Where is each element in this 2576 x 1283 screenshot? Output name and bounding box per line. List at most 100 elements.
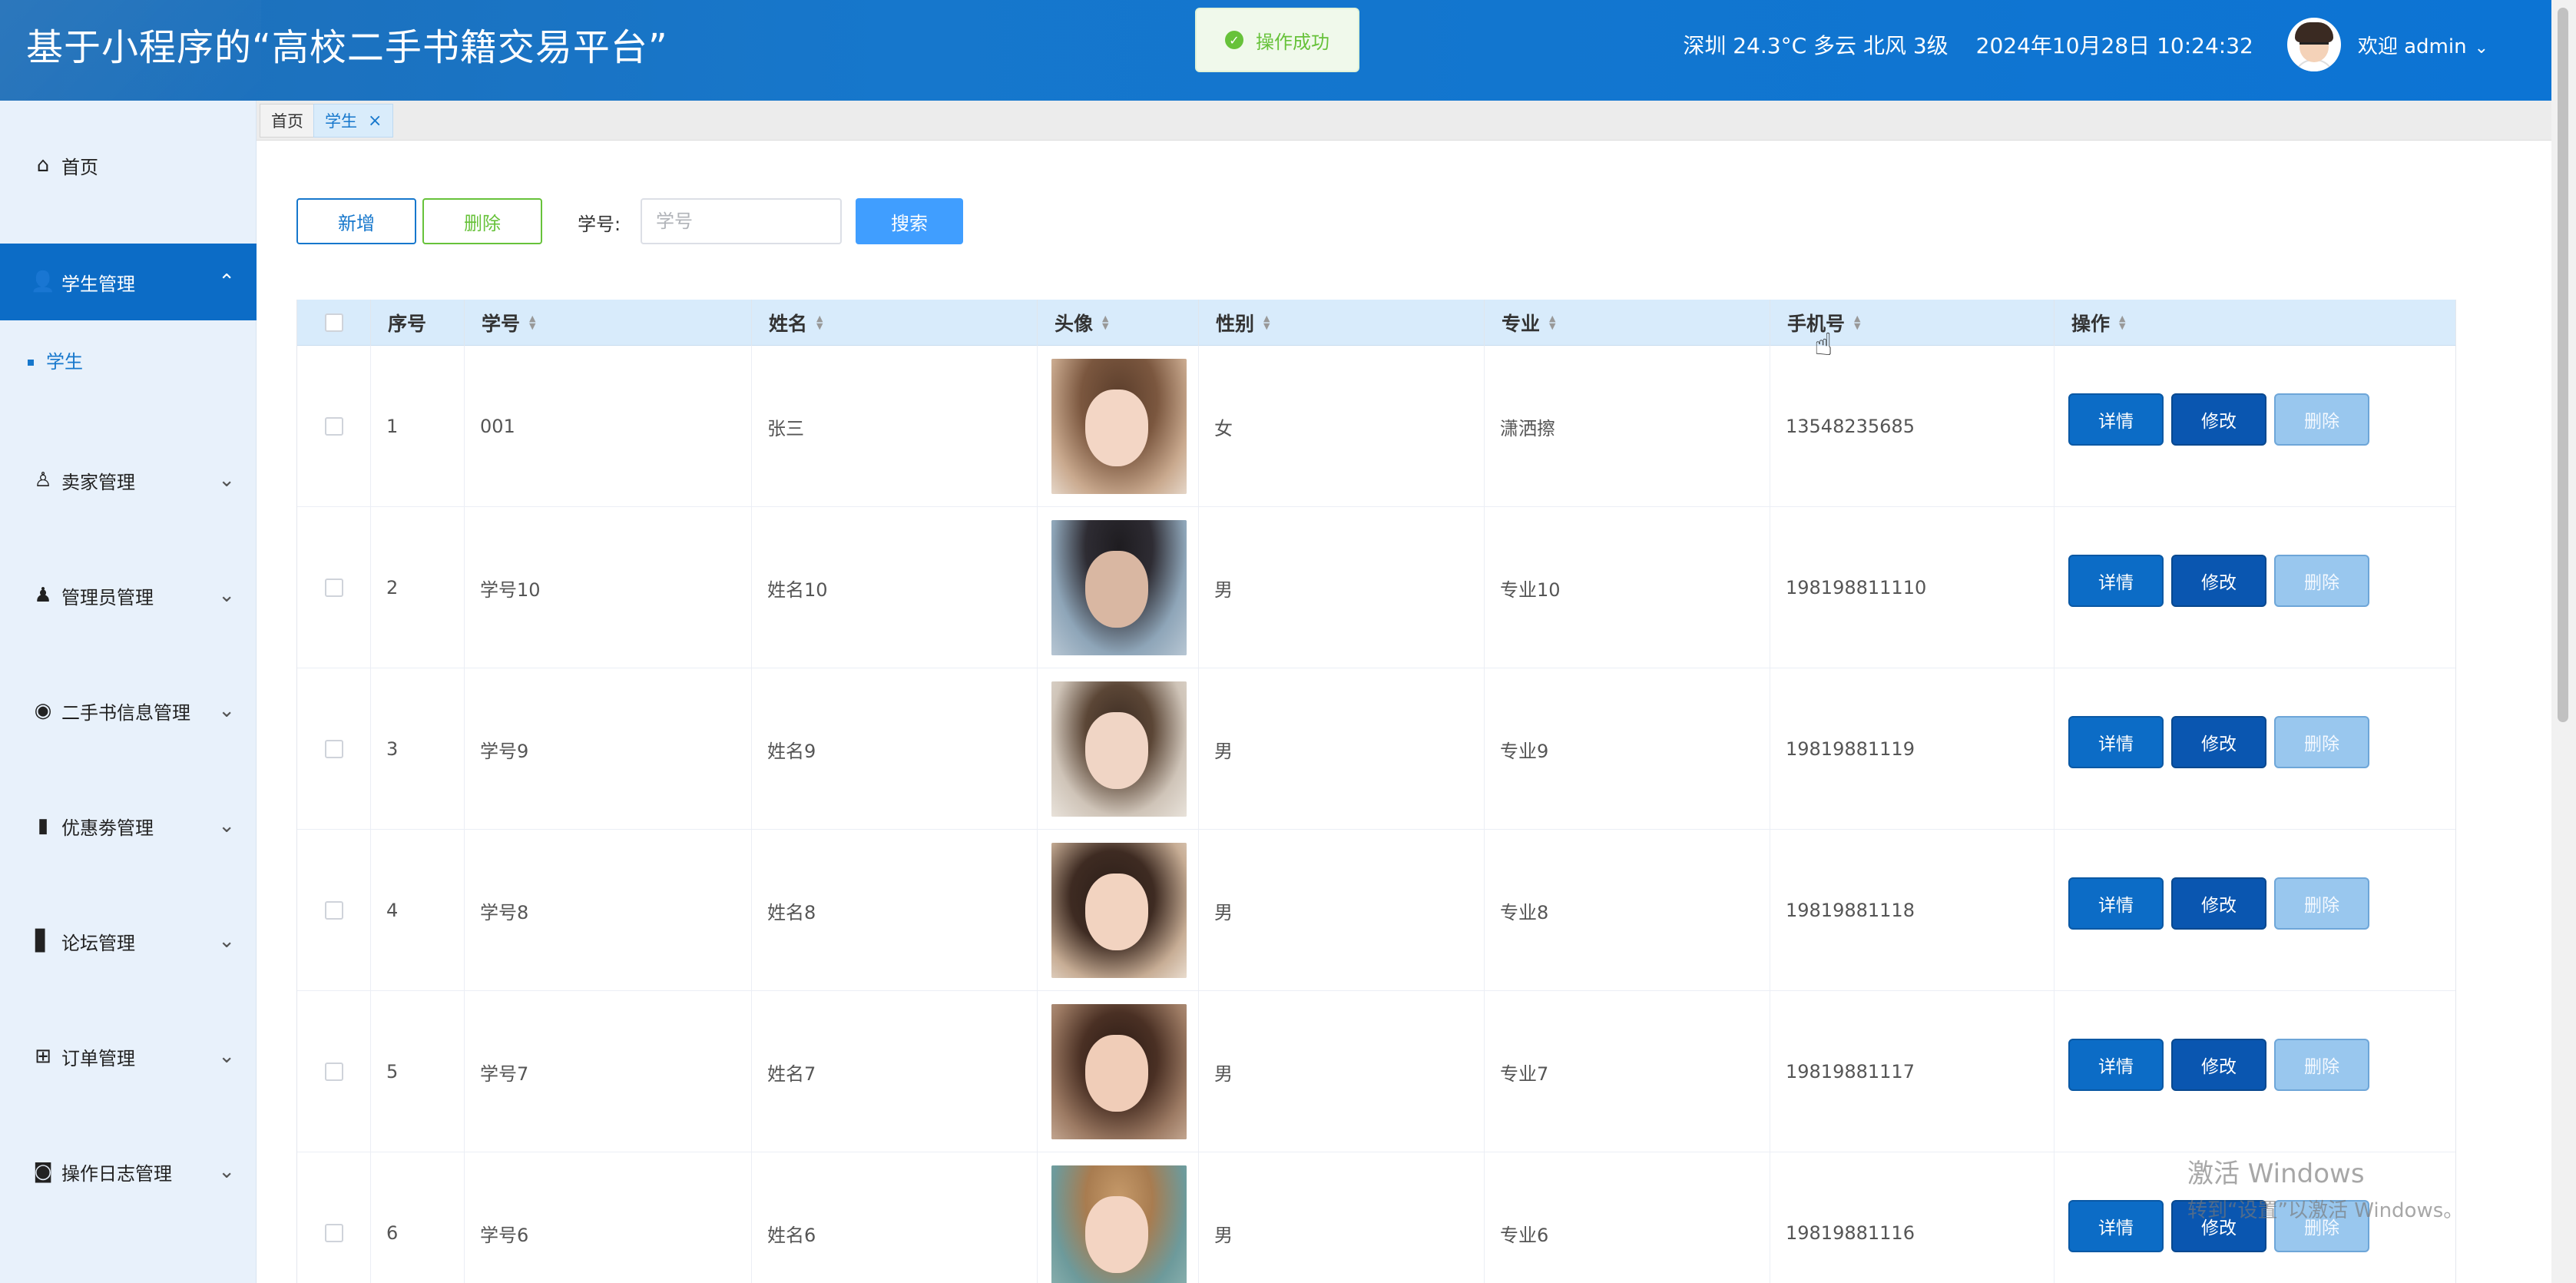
sidebar-subitem-student[interactable]: 学生 (28, 346, 83, 373)
edit-button[interactable]: 修改 (2171, 1039, 2266, 1091)
avatar-photo[interactable] (1051, 520, 1187, 655)
avatar-photo[interactable] (1051, 1165, 1187, 1283)
sidebar-item-log-management[interactable]: ◙ 操作日志管理 ⌄ (0, 1133, 257, 1210)
sort-icon[interactable]: ▲ ▼ (1854, 314, 1860, 330)
close-icon[interactable]: × (368, 111, 382, 131)
student-id-search-input[interactable] (641, 198, 842, 244)
cell-phone: 19819881116 (1770, 1152, 2055, 1283)
row-checkbox[interactable] (324, 579, 343, 597)
detail-button[interactable]: 详情 (2068, 1200, 2164, 1252)
students-table: 序号 学号 ▲ ▼ 姓名 ▲ ▼ 头像 ▲ ▼ 性别 ▲ ▼ 专业 ▲ ▼ 手机号 ▲ ▼ 操作 ▲ ▼ 1… (296, 300, 2456, 1283)
avatar[interactable] (2286, 18, 2341, 71)
column-header-sid[interactable]: 学号 ▲ ▼ (465, 300, 752, 346)
row-select-cell (297, 830, 371, 991)
tab-label: 学生 (325, 112, 357, 131)
page-scrollbar[interactable] (2551, 0, 2576, 1283)
weather-text: 深圳 24.3°C 多云 北风 3级 (1683, 33, 1949, 58)
cell-avatar (1038, 346, 1199, 507)
sidebar-item-coupon-management[interactable]: ▮ 优惠劵管理 ⌄ (0, 787, 257, 864)
batch-delete-button[interactable]: 删除 (422, 198, 542, 244)
table-row: 1 001 张三 女 潇洒擦 13548235685 详情 修改 删除 (297, 346, 2455, 507)
search-button[interactable]: 搜索 (856, 198, 963, 244)
cell-phone: 19819881118 (1770, 830, 2055, 991)
cell-avatar (1038, 991, 1199, 1152)
user-outline-icon: ♙ (34, 469, 52, 492)
tab-student[interactable]: 学生 × (313, 104, 394, 138)
delete-button[interactable]: 删除 (2274, 393, 2369, 446)
avatar-photo[interactable] (1051, 1004, 1187, 1139)
sort-icon[interactable]: ▲ ▼ (529, 314, 535, 330)
sidebar-item-order-management[interactable]: ⊞ 订单管理 ⌄ (0, 1018, 257, 1095)
avatar-photo[interactable] (1051, 843, 1187, 978)
sidebar-item-home[interactable]: ⌂ 首页 (0, 127, 257, 204)
edit-button[interactable]: 修改 (2171, 877, 2266, 930)
delete-button[interactable]: 删除 (2274, 555, 2369, 607)
admin-icon: ♟ (34, 584, 52, 607)
detail-button[interactable]: 详情 (2068, 716, 2164, 768)
delete-button[interactable]: 删除 (2274, 1039, 2369, 1091)
cell-sid: 学号6 (465, 1152, 752, 1283)
sidebar-item-seller-management[interactable]: ♙ 卖家管理 ⌄ (0, 442, 257, 519)
cell-ops: 详情 修改 删除 (2055, 668, 2455, 830)
delete-button[interactable]: 删除 (2274, 716, 2369, 768)
cell-ops: 详情 修改 删除 (2055, 830, 2455, 991)
avatar-photo[interactable] (1051, 359, 1187, 494)
row-checkbox[interactable] (324, 1063, 343, 1081)
column-header-index: 序号 (371, 300, 465, 346)
column-header-phone[interactable]: 手机号 ▲ ▼ (1770, 300, 2055, 346)
tab-home[interactable]: 首页 (260, 104, 315, 138)
avatar-photo[interactable] (1051, 681, 1187, 817)
sort-icon[interactable]: ▲ ▼ (1263, 314, 1270, 330)
edit-button[interactable]: 修改 (2171, 393, 2266, 446)
cell-gender: 男 (1199, 507, 1485, 668)
column-header-ops[interactable]: 操作 ▲ ▼ (2055, 300, 2455, 346)
detail-button[interactable]: 详情 (2068, 555, 2164, 607)
scrollbar-thumb[interactable] (2558, 8, 2568, 722)
row-checkbox[interactable] (324, 1224, 343, 1242)
column-header-gender[interactable]: 性别 ▲ ▼ (1199, 300, 1485, 346)
sidebar: ⌂ 首页 👤 学生管理 ⌃ 学生 ♙ 卖家管理 ⌄ ♟ 管理员管理 ⌄ ◉ 二手… (0, 101, 257, 1283)
sidebar-item-label: 操作日志管理 (61, 1162, 172, 1185)
column-header-avatar[interactable]: 头像 ▲ ▼ (1038, 300, 1199, 346)
cell-major: 专业10 (1485, 507, 1770, 668)
cell-phone: 19819881119 (1770, 668, 2055, 830)
column-header-name[interactable]: 姓名 ▲ ▼ (752, 300, 1038, 346)
edit-button[interactable]: 修改 (2171, 555, 2266, 607)
row-select-cell (297, 991, 371, 1152)
sort-icon[interactable]: ▲ ▼ (1549, 314, 1555, 330)
column-header-major[interactable]: 专业 ▲ ▼ (1485, 300, 1770, 346)
detail-button[interactable]: 详情 (2068, 877, 2164, 930)
cell-gender: 男 (1199, 668, 1485, 830)
chevron-down-icon: ⌄ (218, 699, 235, 722)
sidebar-item-student-management[interactable]: 👤 学生管理 ⌃ (0, 244, 257, 320)
sidebar-item-forum-management[interactable]: ▋ 论坛管理 ⌄ (0, 903, 257, 980)
sidebar-item-book-management[interactable]: ◉ 二手书信息管理 ⌄ (0, 672, 257, 749)
chevron-up-icon: ⌃ (218, 270, 235, 293)
cell-name: 姓名8 (752, 830, 1038, 991)
sidebar-item-label: 卖家管理 (61, 471, 135, 493)
cell-index: 4 (371, 830, 465, 991)
edit-button[interactable]: 修改 (2171, 716, 2266, 768)
row-select-cell (297, 668, 371, 830)
sort-icon[interactable]: ▲ ▼ (1102, 314, 1108, 330)
detail-button[interactable]: 详情 (2068, 1039, 2164, 1091)
row-checkbox[interactable] (324, 740, 343, 758)
windows-activation-watermark: 激活 Windows 转到“设置”以激活 Windows。 (2187, 1152, 2463, 1223)
cell-name: 姓名9 (752, 668, 1038, 830)
select-all-cell (297, 300, 371, 346)
delete-button[interactable]: 删除 (2274, 877, 2369, 930)
cell-gender: 男 (1199, 991, 1485, 1152)
sidebar-item-label: 二手书信息管理 (61, 701, 190, 724)
row-checkbox[interactable] (324, 901, 343, 920)
row-checkbox[interactable] (324, 417, 343, 436)
add-button[interactable]: 新增 (296, 198, 416, 244)
sort-icon[interactable]: ▲ ▼ (2119, 314, 2125, 330)
sidebar-item-admin-management[interactable]: ♟ 管理员管理 ⌄ (0, 557, 257, 634)
detail-button[interactable]: 详情 (2068, 393, 2164, 446)
user-icon: 👤 (30, 270, 56, 293)
sort-icon[interactable]: ▲ ▼ (816, 314, 823, 330)
user-menu[interactable]: 欢迎 admin ⌄ (2358, 31, 2488, 59)
cell-index: 2 (371, 507, 465, 668)
select-all-checkbox[interactable] (324, 313, 343, 332)
home-icon: ⌂ (36, 154, 50, 177)
